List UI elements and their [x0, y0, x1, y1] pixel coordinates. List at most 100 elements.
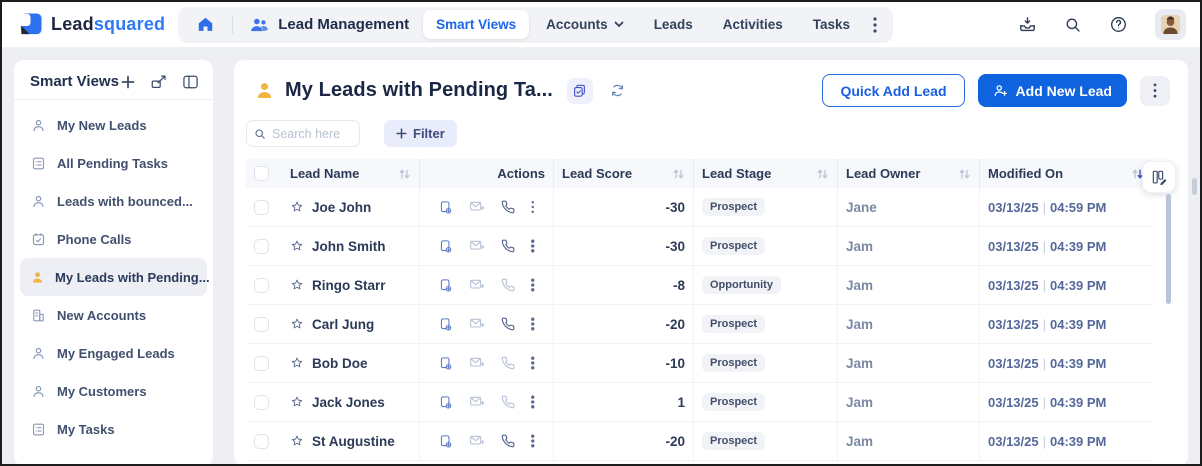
note-add-icon[interactable]	[438, 239, 453, 254]
email-send-icon[interactable]	[469, 239, 485, 253]
sidebar-item-phone-calls[interactable]: Phone Calls	[20, 220, 207, 258]
row-kebab-icon[interactable]	[531, 278, 535, 292]
star-icon[interactable]	[290, 434, 304, 448]
row-checkbox[interactable]	[254, 316, 269, 332]
email-send-icon[interactable]	[469, 200, 485, 214]
tab-activities[interactable]: Activities	[710, 10, 796, 39]
note-add-icon[interactable]	[438, 356, 453, 371]
select-all-checkbox[interactable]	[254, 166, 269, 181]
quick-add-lead-button[interactable]: Quick Add Lead	[822, 74, 965, 107]
edit-columns-button[interactable]	[1142, 161, 1176, 193]
row-kebab-icon[interactable]	[531, 200, 535, 214]
lead-stage-badge: Prospect	[702, 354, 766, 372]
phone-icon[interactable]	[501, 200, 515, 214]
tab-tasks[interactable]: Tasks	[800, 10, 863, 39]
row-checkbox[interactable]	[254, 433, 269, 449]
row-kebab-icon[interactable]	[531, 395, 535, 409]
star-icon[interactable]	[290, 395, 304, 409]
email-send-icon[interactable]	[469, 278, 485, 292]
sort-icon	[959, 169, 970, 178]
lead-name-link[interactable]: St Augustine	[312, 434, 395, 449]
table-scrollbar-thumb[interactable]	[1166, 194, 1171, 304]
row-checkbox[interactable]	[254, 238, 269, 254]
tab-leads[interactable]: Leads	[641, 10, 706, 39]
home-icon[interactable]	[188, 15, 222, 34]
phone-icon[interactable]	[501, 395, 515, 409]
row-checkbox[interactable]	[254, 199, 269, 215]
email-send-icon[interactable]	[469, 395, 485, 409]
app-window: Leadsquared Lead Management Smart Views	[0, 0, 1202, 466]
person-icon	[30, 194, 47, 209]
column-header-modified-on[interactable]: Modified On	[980, 159, 1152, 188]
search-icon[interactable]	[1064, 16, 1082, 34]
tab-smart-views[interactable]: Smart Views	[423, 10, 530, 39]
email-send-icon[interactable]	[469, 434, 485, 448]
inbox-import-icon[interactable]	[1018, 15, 1037, 34]
row-kebab-icon[interactable]	[531, 434, 535, 448]
email-send-icon[interactable]	[469, 356, 485, 370]
nav-app-lead-management[interactable]: Lead Management	[243, 16, 419, 34]
phone-icon[interactable]	[501, 278, 515, 292]
star-icon[interactable]	[290, 200, 304, 214]
column-header-lead-owner[interactable]: Lead Owner	[838, 159, 980, 188]
top-navbar: Leadsquared Lead Management Smart Views	[2, 2, 1200, 48]
note-add-icon[interactable]	[438, 317, 453, 332]
lead-name-link[interactable]: Joe John	[312, 200, 371, 215]
view-more-kebab-icon[interactable]	[1140, 75, 1170, 106]
leadsquared-logo[interactable]: Leadsquared	[18, 12, 165, 37]
lead-name-link[interactable]: Jack Jones	[312, 395, 385, 410]
manage-views-icon[interactable]	[150, 74, 167, 89]
add-smart-view-icon[interactable]	[121, 75, 135, 89]
sidebar-item-my-leads-with-pending[interactable]: My Leads with Pending...	[20, 258, 210, 296]
star-icon[interactable]	[290, 278, 304, 292]
filter-button[interactable]: Filter	[384, 120, 457, 147]
table-toolbar: Filter	[234, 117, 1188, 159]
sidebar-item-my-customers[interactable]: My Customers	[20, 372, 207, 410]
star-icon[interactable]	[290, 239, 304, 253]
star-icon[interactable]	[290, 317, 304, 331]
note-add-icon[interactable]	[438, 395, 453, 410]
nav-more-kebab-icon[interactable]	[867, 13, 883, 37]
row-kebab-icon[interactable]	[531, 317, 535, 331]
phone-icon[interactable]	[501, 317, 515, 331]
chevron-down-icon	[614, 21, 624, 28]
lead-name-link[interactable]: Ringo Starr	[312, 278, 386, 293]
page-scrollbar-thumb[interactable]	[1192, 178, 1197, 195]
row-kebab-icon[interactable]	[531, 356, 535, 370]
row-checkbox[interactable]	[254, 394, 269, 410]
copy-view-icon[interactable]	[566, 77, 593, 104]
email-send-icon[interactable]	[469, 317, 485, 331]
help-icon[interactable]	[1109, 15, 1128, 34]
row-checkbox[interactable]	[254, 355, 269, 371]
row-checkbox[interactable]	[254, 277, 269, 293]
sidebar-item-new-accounts[interactable]: New Accounts	[20, 296, 207, 334]
lead-stage-badge: Prospect	[702, 198, 766, 216]
refresh-icon[interactable]	[609, 82, 626, 99]
lead-score: -30	[554, 227, 694, 265]
sidebar-item-leads-with-bounced[interactable]: Leads with bounced...	[20, 182, 207, 220]
sidebar-item-all-pending-tasks[interactable]: All Pending Tasks	[20, 144, 207, 182]
add-new-lead-button[interactable]: Add New Lead	[977, 74, 1127, 107]
lead-name-link[interactable]: Bob Doe	[312, 356, 368, 371]
sidebar-item-my-tasks[interactable]: My Tasks	[20, 410, 207, 448]
column-header-lead-score[interactable]: Lead Score	[554, 159, 694, 188]
lead-name-link[interactable]: John Smith	[312, 239, 386, 254]
phone-icon[interactable]	[501, 356, 515, 370]
phone-icon[interactable]	[501, 239, 515, 253]
lead-name-link[interactable]: Carl Jung	[312, 317, 374, 332]
sidebar-item-my-new-leads[interactable]: My New Leads	[20, 106, 207, 144]
phone-icon[interactable]	[501, 434, 515, 448]
note-add-icon[interactable]	[438, 278, 453, 293]
star-icon[interactable]	[290, 356, 304, 370]
tab-accounts[interactable]: Accounts	[533, 10, 637, 39]
top-right-icons	[1018, 9, 1186, 40]
collapse-panel-icon[interactable]	[182, 74, 199, 90]
note-add-icon[interactable]	[438, 200, 453, 215]
sidebar-item-my-engaged-leads[interactable]: My Engaged Leads	[20, 334, 207, 372]
user-avatar[interactable]	[1155, 9, 1186, 40]
column-header-lead-stage[interactable]: Lead Stage	[694, 159, 838, 188]
main-content: My Leads with Pending Ta... Quick Add Le…	[234, 60, 1188, 464]
note-add-icon[interactable]	[438, 434, 453, 449]
row-kebab-icon[interactable]	[531, 239, 535, 253]
column-header-lead-name[interactable]: Lead Name	[282, 159, 420, 188]
